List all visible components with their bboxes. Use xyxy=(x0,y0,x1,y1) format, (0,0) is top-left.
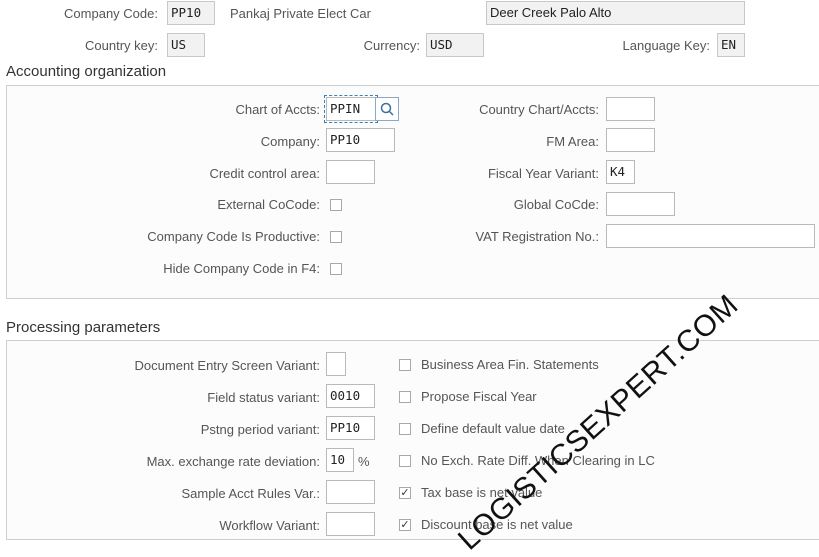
productive-label: Company Code Is Productive: xyxy=(147,229,320,244)
global-cocode-input[interactable] xyxy=(606,192,675,216)
country-key-label: Country key: xyxy=(85,38,158,53)
propose-fiscal-year-checkbox[interactable] xyxy=(399,391,411,403)
propose-fiscal-year-label: Propose Fiscal Year xyxy=(421,389,537,404)
focus-indicator xyxy=(324,95,378,123)
default-value-date-label: Define default value date xyxy=(421,421,565,436)
currency-field: USD xyxy=(426,33,484,57)
pstng-period-input[interactable]: PP10 xyxy=(326,416,375,440)
workflow-input[interactable] xyxy=(326,512,375,536)
credit-control-label: Credit control area: xyxy=(209,166,320,181)
business-area-checkbox[interactable] xyxy=(399,359,411,371)
language-key-label: Language Key: xyxy=(622,38,710,53)
accounting-section-title: Accounting organization xyxy=(6,63,167,80)
value-help-button[interactable] xyxy=(375,97,399,121)
sample-acct-input[interactable] xyxy=(326,480,375,504)
company-name: Pankaj Private Elect Car xyxy=(230,6,371,21)
vat-reg-input[interactable] xyxy=(606,224,815,248)
percent-unit: % xyxy=(358,454,370,469)
country-chart-label: Country Chart/Accts: xyxy=(479,102,599,117)
language-key-field: EN xyxy=(717,33,745,57)
field-status-label: Field status variant: xyxy=(207,390,320,405)
fiscal-year-variant-label: Fiscal Year Variant: xyxy=(487,166,599,181)
company-label: Company: xyxy=(260,134,320,149)
pstng-period-label: Pstng period variant: xyxy=(200,422,320,437)
default-value-date-checkbox[interactable] xyxy=(399,423,411,435)
business-area-label: Business Area Fin. Statements xyxy=(421,357,599,372)
max-exch-input[interactable]: 10 xyxy=(326,448,354,472)
no-exch-rate-diff-checkbox[interactable] xyxy=(399,455,411,467)
country-key-field: US xyxy=(167,33,205,57)
company-code-label: Company Code: xyxy=(64,6,158,21)
currency-label: Currency: xyxy=(363,38,420,53)
doc-entry-label: Document Entry Screen Variant: xyxy=(134,358,320,373)
productive-checkbox[interactable] xyxy=(330,231,342,243)
workflow-label: Workflow Variant: xyxy=(219,518,320,533)
fiscal-year-variant-input[interactable]: K4 xyxy=(606,160,635,184)
doc-entry-input[interactable] xyxy=(326,352,346,376)
field-status-input[interactable]: 0010 xyxy=(326,384,375,408)
fm-area-input[interactable] xyxy=(606,128,655,152)
sample-acct-label: Sample Acct Rules Var.: xyxy=(181,486,321,501)
global-cocode-label: Global CoCde: xyxy=(513,197,599,212)
max-exch-label: Max. exchange rate deviation: xyxy=(146,454,320,469)
external-cocode-label: External CoCode: xyxy=(217,197,320,212)
hide-f4-checkbox[interactable] xyxy=(330,263,342,275)
search-icon xyxy=(380,102,394,116)
company-input[interactable]: PP10 xyxy=(326,128,395,152)
fm-area-label: FM Area: xyxy=(546,134,599,149)
hide-f4-label: Hide Company Code in F4: xyxy=(163,261,320,276)
country-chart-input[interactable] xyxy=(606,97,655,121)
city-field: Deer Creek Palo Alto xyxy=(486,1,745,25)
credit-control-input[interactable] xyxy=(326,160,375,184)
vat-reg-label: VAT Registration No.: xyxy=(475,229,599,244)
company-code-field: PP10 xyxy=(167,1,215,25)
chart-of-accts-label: Chart of Accts: xyxy=(235,102,320,117)
processing-section-title: Processing parameters xyxy=(6,319,161,336)
discount-base-net-checkbox[interactable]: ✓ xyxy=(399,519,411,531)
tax-base-net-checkbox[interactable]: ✓ xyxy=(399,487,411,499)
external-cocode-checkbox[interactable] xyxy=(330,199,342,211)
